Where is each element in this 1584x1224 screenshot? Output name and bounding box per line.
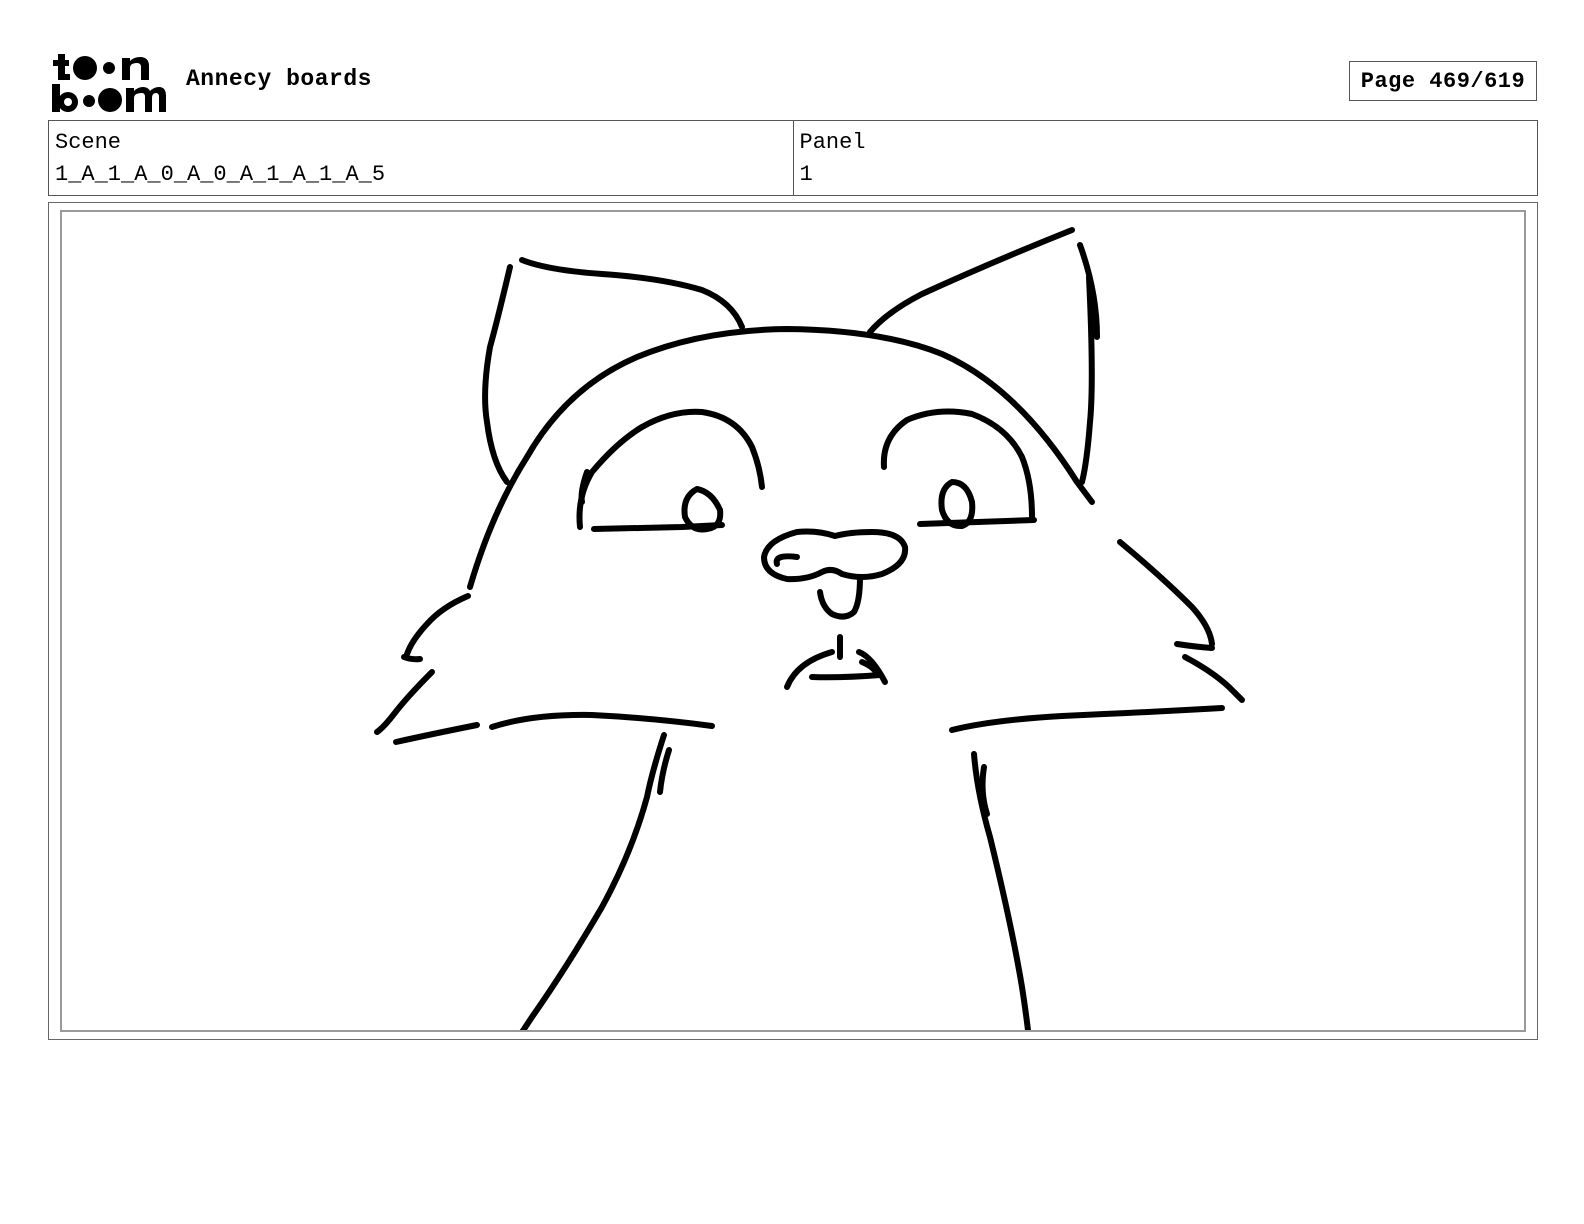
cat-sketch-icon [374, 227, 1245, 1030]
panel-value: 1 [799, 162, 813, 187]
panel-cell: Panel 1 [792, 121, 1538, 195]
page-number: Page 469/619 [1349, 61, 1537, 101]
scene-panel-info: Scene 1_A_1_A_0_A_0_A_1_A_1_A_5 Panel 1 [48, 120, 1538, 196]
scene-value: 1_A_1_A_0_A_0_A_1_A_1_A_5 [55, 162, 386, 187]
scene-cell: Scene 1_A_1_A_0_A_0_A_1_A_1_A_5 [49, 121, 793, 195]
scene-label: Scene [55, 130, 122, 155]
panel-image [60, 210, 1526, 1032]
project-title: Annecy boards [186, 66, 372, 92]
toonboom-logo-icon [52, 54, 166, 112]
panel-label: Panel [799, 130, 866, 155]
